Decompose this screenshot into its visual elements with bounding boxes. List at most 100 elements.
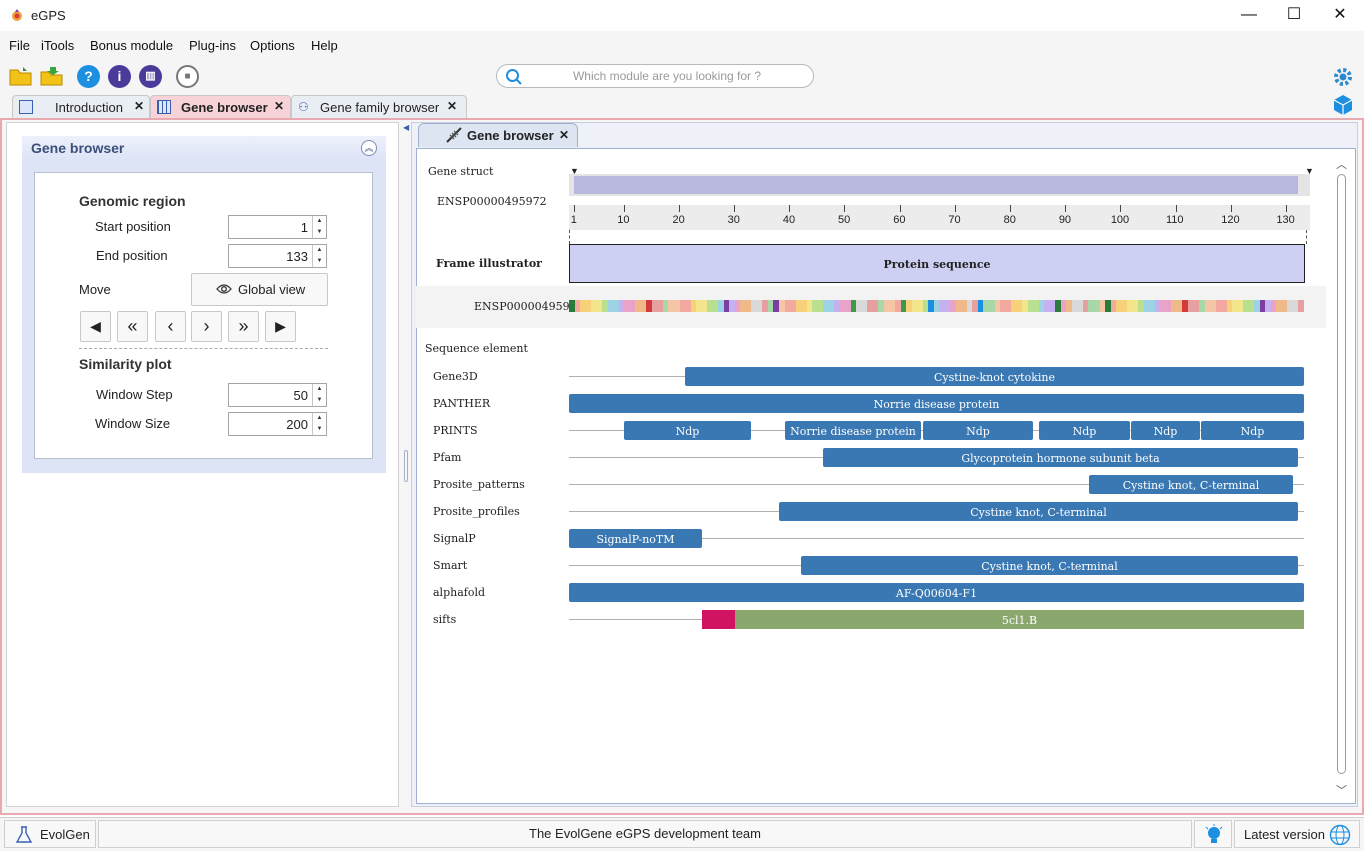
- domain-box[interactable]: Cystine-knot cytokine: [685, 367, 1304, 386]
- menu-help[interactable]: Help: [311, 38, 338, 53]
- spinner-arrows-icon[interactable]: ▲ ▼: [312, 384, 326, 406]
- domain-box[interactable]: Cystine knot, C-terminal: [801, 556, 1298, 575]
- menu-itools[interactable]: iTools: [41, 38, 74, 53]
- vertical-scrollbar[interactable]: ︿ ﹀: [1336, 156, 1348, 798]
- maximize-button[interactable]: ☐: [1271, 4, 1317, 28]
- first-icon: ◀: [90, 318, 101, 334]
- window-size-input[interactable]: 200 ▲ ▼: [228, 412, 327, 436]
- protein-sequence-box[interactable]: Protein sequence: [569, 244, 1305, 283]
- toolbar: ? i ▥ ■: [0, 59, 1364, 93]
- window-size-label: Window Size: [95, 416, 171, 431]
- gear-icon[interactable]: [1331, 65, 1355, 89]
- domain-box[interactable]: Ndp: [1201, 421, 1304, 440]
- module-search[interactable]: [496, 64, 814, 88]
- tab-gene-family-browser[interactable]: ⚇ Gene family browser ✕: [291, 95, 467, 118]
- domain-box[interactable]: 5cl1.B: [735, 610, 1304, 629]
- domain-box[interactable]: Ndp: [624, 421, 751, 440]
- start-position-label: Start position: [95, 219, 171, 234]
- close-button[interactable]: ✕: [1317, 4, 1363, 28]
- domain-box[interactable]: Norrie disease protein: [569, 394, 1304, 413]
- axis-tick: [678, 205, 680, 212]
- separator: [79, 348, 328, 349]
- viewer-tab-label: Gene browser: [467, 128, 554, 143]
- move-forward-button[interactable]: ›: [191, 311, 222, 342]
- menu-bar: File iTools Bonus module Plug-ins Option…: [0, 31, 1364, 59]
- tab-gene-browser-view[interactable]: Gene browser ✕: [418, 123, 578, 147]
- close-icon[interactable]: ✕: [134, 99, 144, 113]
- domain-box[interactable]: Ndp: [1039, 421, 1130, 440]
- close-icon[interactable]: ✕: [559, 128, 569, 142]
- open-recent-icon[interactable]: [40, 65, 64, 87]
- start-position-input[interactable]: 1 ▲ ▼: [228, 215, 327, 239]
- menu-plugins[interactable]: Plug-ins: [189, 38, 236, 53]
- frame-illustrator-label: Frame illustrator: [436, 257, 542, 270]
- domain-box[interactable]: Glycoprotein hormone subunit beta: [823, 448, 1298, 467]
- move-start-button[interactable]: ◀: [80, 311, 111, 342]
- genomic-region-title: Genomic region: [79, 193, 186, 209]
- track-label-prosite-patterns: Prosite_patterns: [433, 478, 525, 491]
- axis-tick: [954, 205, 956, 212]
- last-icon: ▶: [275, 318, 286, 334]
- domain-box[interactable]: Cystine knot, C-terminal: [779, 502, 1298, 521]
- close-icon[interactable]: ✕: [447, 99, 457, 113]
- domain-box[interactable]: Norrie disease protein: [785, 421, 921, 440]
- evolgen-button[interactable]: EvolGen: [4, 820, 96, 848]
- move-fast-back-button[interactable]: «: [117, 311, 148, 342]
- close-icon[interactable]: ✕: [274, 99, 284, 113]
- end-position-value: 133: [286, 249, 308, 264]
- menu-file[interactable]: File: [9, 38, 30, 53]
- domain-box[interactable]: [702, 610, 735, 629]
- splitter-arrow-icon[interactable]: ◀: [403, 123, 409, 135]
- stats-chart-icon[interactable]: ▥: [139, 65, 162, 88]
- domain-box[interactable]: SignalP-noTM: [569, 529, 702, 548]
- gene-struct-label: Gene struct: [428, 165, 494, 178]
- tips-button[interactable]: [1194, 820, 1232, 848]
- scrollbar-thumb[interactable]: [1337, 174, 1346, 774]
- scroll-down-icon[interactable]: ﹀: [1336, 782, 1347, 798]
- amino-acid-strip: [569, 300, 1305, 312]
- domain-box[interactable]: Ndp: [923, 421, 1033, 440]
- latest-version-button[interactable]: Latest version: [1234, 820, 1360, 848]
- window-size-value: 200: [286, 417, 308, 432]
- flask-icon: [15, 826, 33, 843]
- tab-bar: Introduction ✕ Gene browser ✕ ⚇ Gene fam…: [0, 93, 1364, 118]
- open-folder-icon[interactable]: [9, 65, 33, 87]
- scroll-up-icon[interactable]: ︿: [1336, 156, 1347, 172]
- move-back-button[interactable]: ‹: [155, 311, 186, 342]
- collapse-icon[interactable]: ︽: [361, 140, 377, 156]
- splitter-handle[interactable]: [404, 450, 408, 482]
- cube-icon[interactable]: [1331, 93, 1355, 117]
- info-icon[interactable]: i: [108, 65, 131, 88]
- axis-tick: [1065, 205, 1067, 212]
- domain-box[interactable]: Cystine knot, C-terminal: [1089, 475, 1293, 494]
- status-message-text: The EvolGene eGPS development team: [529, 826, 761, 841]
- residue-cell: [1298, 300, 1305, 312]
- axis-tick: [1120, 205, 1122, 212]
- window-step-label: Window Step: [96, 387, 173, 402]
- gene-browser-title: Gene browser: [31, 140, 125, 156]
- window-step-input[interactable]: 50 ▲ ▼: [228, 383, 327, 407]
- spinner-arrows-icon[interactable]: ▲ ▼: [312, 245, 326, 267]
- end-position-input[interactable]: 133 ▲ ▼: [228, 244, 327, 268]
- menu-options[interactable]: Options: [250, 38, 295, 53]
- domain-box[interactable]: Ndp: [1131, 421, 1200, 440]
- minimize-button[interactable]: —: [1226, 4, 1272, 28]
- global-view-button[interactable]: Global view: [191, 273, 328, 306]
- menu-bonus-module[interactable]: Bonus module: [90, 38, 173, 53]
- lightbulb-icon: [1205, 824, 1223, 843]
- move-end-button[interactable]: ▶: [265, 311, 296, 342]
- tab-introduction[interactable]: Introduction ✕: [12, 95, 150, 118]
- help-icon[interactable]: ?: [77, 65, 100, 88]
- spinner-arrows-icon[interactable]: ▲ ▼: [312, 216, 326, 238]
- stop-icon[interactable]: ■: [176, 65, 199, 88]
- tab-introduction-label: Introduction: [55, 100, 123, 115]
- axis-tick-label: 60: [893, 214, 906, 226]
- search-input[interactable]: [537, 68, 797, 84]
- latest-version-label: Latest version: [1244, 827, 1325, 842]
- move-fast-forward-button[interactable]: »: [228, 311, 259, 342]
- axis-tick-label: 90: [1058, 214, 1072, 226]
- tab-gene-browser[interactable]: Gene browser ✕: [150, 95, 291, 118]
- tab-gene-browser-label: Gene browser: [181, 100, 268, 115]
- spinner-arrows-icon[interactable]: ▲ ▼: [312, 413, 326, 435]
- domain-box[interactable]: AF-Q00604-F1: [569, 583, 1304, 602]
